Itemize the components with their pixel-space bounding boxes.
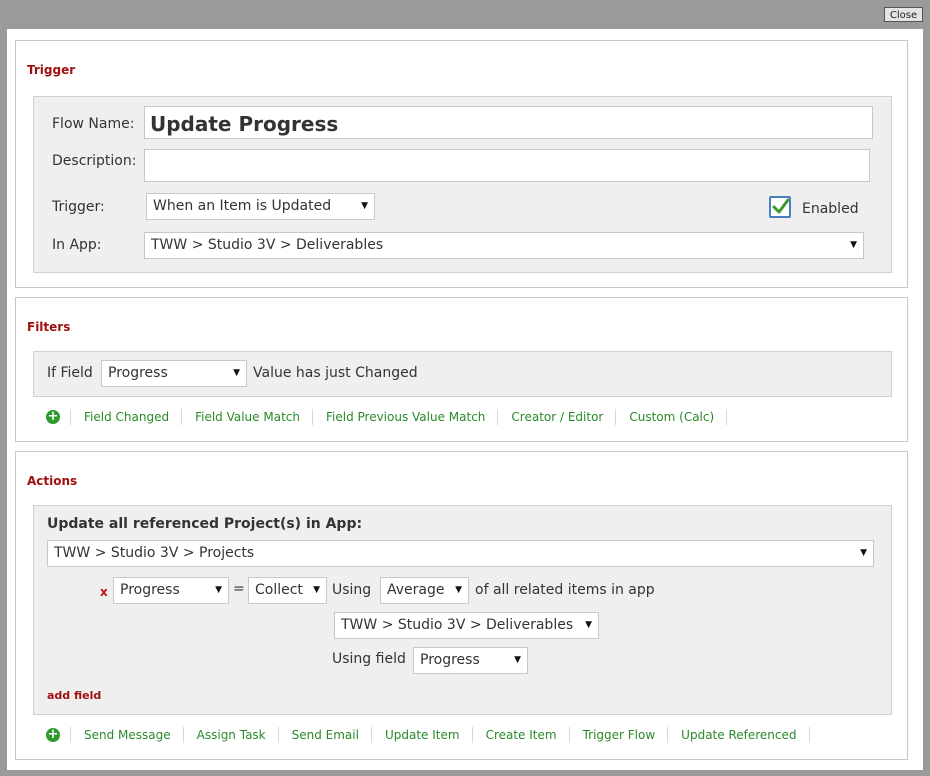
actions-section-title: Actions [27,474,78,488]
close-button[interactable]: Close [884,7,923,22]
flow-editor-dialog: Trigger Flow Name: Update Progress Descr… [7,29,923,770]
action-link-send-email[interactable]: Send Email [277,727,371,743]
enabled-checkbox[interactable] [769,196,791,218]
caret-down-icon: ▼ [455,585,462,595]
trigger-select-value: When an Item is Updated [153,198,332,214]
related-items-label: of all related items in app [475,582,655,598]
filter-field-select-value: Progress [108,365,168,381]
in-app-label: In App: [52,237,102,253]
description-textarea[interactable] [144,149,870,182]
aggregate-select[interactable]: Average ▼ [380,577,469,604]
actions-panel: Update all referenced Project(s) in App:… [33,505,892,715]
caret-down-icon: ▼ [585,620,592,630]
flow-name-input[interactable]: Update Progress [144,106,873,139]
in-app-select-value: TWW > Studio 3V > Deliverables [151,237,384,253]
caret-down-icon: ▼ [215,585,222,595]
description-label: Description: [52,153,137,169]
filters-panel: If Field Progress ▼ Value has just Chang… [33,351,892,397]
action-field-select-value: Progress [120,582,180,598]
filter-field-select[interactable]: Progress ▼ [101,360,247,387]
checkmark-icon [772,198,790,214]
trigger-section-title: Trigger [27,63,76,77]
using-field-select-value: Progress [420,652,480,668]
enabled-label: Enabled [802,201,859,217]
remove-field-button[interactable]: x [100,585,108,599]
trigger-label: Trigger: [52,199,105,215]
action-app-select-value: TWW > Studio 3V > Projects [54,545,255,561]
trigger-select[interactable]: When an Item is Updated ▼ [146,193,375,220]
using-field-select[interactable]: Progress ▼ [413,647,528,674]
filter-link-field-previous-value-match[interactable]: Field Previous Value Match [311,409,497,425]
trigger-section: Trigger Flow Name: Update Progress Descr… [15,40,908,288]
action-heading: Update all referenced Project(s) in App: [47,516,363,532]
filter-type-links: + Field Changed Field Value Match Field … [46,408,728,426]
trigger-panel: Flow Name: Update Progress Description: … [33,96,892,273]
action-link-create-item[interactable]: Create Item [471,727,569,743]
filters-section-title: Filters [27,320,71,334]
filter-link-field-changed[interactable]: Field Changed [70,409,181,425]
caret-down-icon: ▼ [361,201,368,211]
in-app-select[interactable]: TWW > Studio 3V > Deliverables ▼ [144,232,864,259]
filter-link-creator-editor[interactable]: Creator / Editor [497,409,615,425]
action-link-send-message[interactable]: Send Message [70,727,183,743]
using-field-label: Using field [332,651,406,667]
add-field-link[interactable]: add field [47,689,101,702]
aggregate-select-value: Average [387,582,445,598]
action-link-assign-task[interactable]: Assign Task [182,727,278,743]
caret-down-icon: ▼ [850,240,857,250]
using-label: Using [332,582,372,598]
caret-down-icon: ▼ [233,368,240,378]
action-link-trigger-flow[interactable]: Trigger Flow [568,727,668,743]
action-link-update-referenced[interactable]: Update Referenced [667,727,810,743]
related-app-select[interactable]: TWW > Studio 3V > Deliverables ▼ [334,612,599,639]
action-field-select[interactable]: Progress ▼ [113,577,229,604]
flow-name-label: Flow Name: [52,116,135,132]
filter-link-field-value-match[interactable]: Field Value Match [181,409,312,425]
caret-down-icon: ▼ [514,655,521,665]
action-mode-select-value: Collect [255,582,303,598]
action-link-update-item[interactable]: Update Item [370,727,472,743]
related-app-select-value: TWW > Studio 3V > Deliverables [341,617,574,633]
actions-section: Actions Update all referenced Project(s)… [15,451,908,760]
action-mode-select[interactable]: Collect ▼ [248,577,327,604]
caret-down-icon: ▼ [313,585,320,595]
plus-circle-icon[interactable]: + [46,410,60,424]
caret-down-icon: ▼ [860,548,867,558]
filter-condition-text: Value has just Changed [253,365,418,381]
if-field-label: If Field [47,365,93,381]
filter-link-custom-calc[interactable]: Custom (Calc) [615,409,728,425]
action-type-links: + Send Message Assign Task Send Email Up… [46,726,810,744]
action-app-select[interactable]: TWW > Studio 3V > Projects ▼ [47,540,874,567]
equals-label: = [233,581,245,597]
filters-section: Filters If Field Progress ▼ Value has ju… [15,297,908,442]
plus-circle-icon[interactable]: + [46,728,60,742]
